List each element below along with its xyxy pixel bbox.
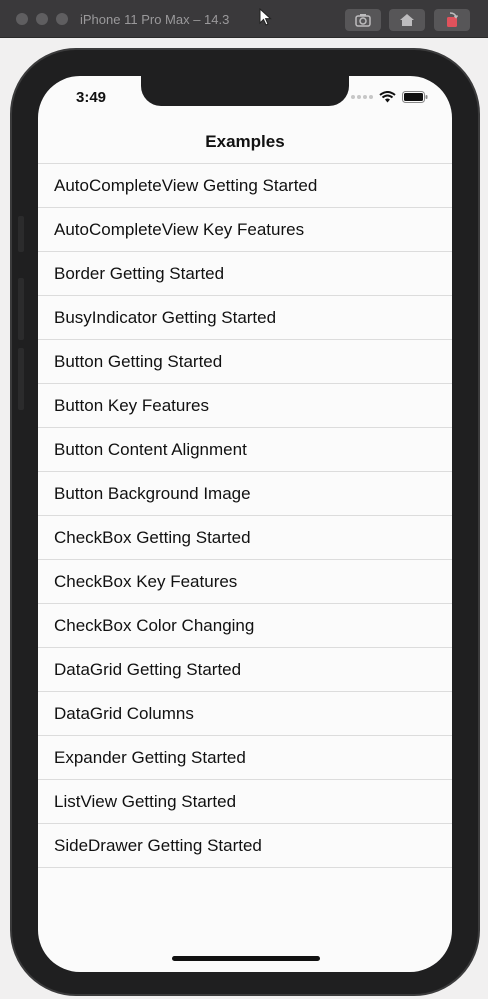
list-item[interactable]: DataGrid Columns [38,692,452,736]
navigation-bar: Examples [38,120,452,164]
list-item[interactable]: Button Getting Started [38,340,452,384]
signal-icon [351,95,373,99]
list-item[interactable]: CheckBox Key Features [38,560,452,604]
close-window-button[interactable] [16,13,28,25]
status-indicators [351,91,428,103]
mute-switch [18,216,24,252]
list-item[interactable]: Button Background Image [38,472,452,516]
volume-down-button [18,348,24,410]
volume-up-button [18,278,24,340]
list-item[interactable]: Button Key Features [38,384,452,428]
list-item[interactable]: AutoCompleteView Getting Started [38,164,452,208]
battery-icon [402,91,428,103]
zoom-window-button[interactable] [56,13,68,25]
list-item[interactable]: Expander Getting Started [38,736,452,780]
list-item[interactable]: CheckBox Color Changing [38,604,452,648]
list-item[interactable]: SideDrawer Getting Started [38,824,452,868]
minimize-window-button[interactable] [36,13,48,25]
notch [141,76,349,106]
list-item[interactable]: Button Content Alignment [38,428,452,472]
page-title: Examples [205,132,285,151]
list-item[interactable]: DataGrid Getting Started [38,648,452,692]
window-title: iPhone 11 Pro Max – 14.3 [80,12,230,27]
screenshot-button[interactable] [345,9,381,31]
list-item[interactable]: CheckBox Getting Started [38,516,452,560]
rotate-button[interactable] [434,9,470,31]
rotate-icon [447,12,459,27]
mouse-cursor-icon [259,8,272,26]
home-icon [400,14,414,26]
camera-icon [355,14,371,27]
home-button[interactable] [389,9,425,31]
examples-list: AutoCompleteView Getting Started AutoCom… [38,164,452,868]
simulator-title-bar: iPhone 11 Pro Max – 14.3 [0,0,488,38]
list-item[interactable]: Border Getting Started [38,252,452,296]
list-item[interactable]: ListView Getting Started [38,780,452,824]
list-item[interactable]: BusyIndicator Getting Started [38,296,452,340]
device-screen: 3:49 Examples AutoCompleteView Getting S… [38,76,452,972]
status-time: 3:49 [76,89,107,106]
home-indicator[interactable] [172,956,320,961]
list-item[interactable]: AutoCompleteView Key Features [38,208,452,252]
wifi-icon [379,91,396,103]
